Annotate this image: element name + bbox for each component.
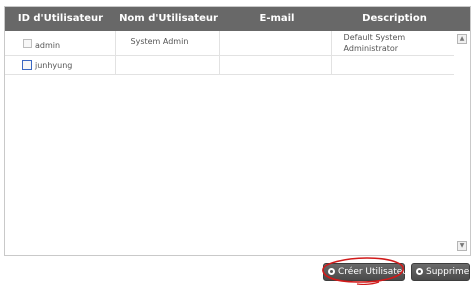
cell-description (331, 56, 454, 75)
users-table: ID d'Utilisateur Nom d'Utilisateur E-mai… (4, 6, 471, 256)
cell-user-name: System Admin (115, 31, 221, 56)
table-header: ID d'Utilisateur Nom d'Utilisateur E-mai… (5, 7, 470, 31)
column-header-user-id[interactable]: ID d'Utilisateur (5, 7, 116, 31)
create-user-button[interactable]: Créer Utilisateur (323, 263, 412, 281)
user-id-text: admin (35, 41, 61, 50)
circle-bullet-icon (416, 268, 423, 275)
cell-email (220, 56, 332, 75)
scroll-up-arrow-icon[interactable]: ▲ (457, 34, 467, 44)
user-id-text: junhyung (35, 61, 73, 70)
description-line: Administrator (343, 44, 399, 53)
user-name-text: System Admin (130, 37, 189, 46)
description-text: Default System Administrator (344, 32, 406, 54)
cell-description: Default System Administrator (331, 31, 454, 56)
column-header-description[interactable]: Description (333, 7, 456, 31)
table-body: admin System Admin Default System Admini… (5, 31, 454, 255)
table-row[interactable]: junhyung (5, 56, 454, 75)
cell-email (220, 31, 332, 56)
delete-user-button[interactable]: Supprimer (411, 263, 473, 281)
create-user-label: Créer Utilisateur (338, 267, 412, 277)
cell-user-id: junhyung (5, 56, 116, 75)
delete-user-label: Supprimer (426, 267, 473, 277)
row-select-checkbox[interactable] (23, 39, 32, 48)
column-header-user-name[interactable]: Nom d'Utilisateur (116, 7, 221, 31)
circle-bullet-icon (328, 268, 335, 275)
description-line: Default System (343, 33, 406, 42)
scroll-down-arrow-icon[interactable]: ▼ (457, 241, 467, 251)
row-select-checkbox[interactable] (22, 60, 32, 70)
table-row[interactable]: admin System Admin Default System Admini… (5, 31, 454, 56)
column-header-email[interactable]: E-mail (221, 7, 333, 31)
vertical-scrollbar[interactable]: ▲ ▼ (454, 31, 470, 255)
cell-user-name (115, 56, 221, 75)
cell-user-id: admin (5, 31, 116, 56)
